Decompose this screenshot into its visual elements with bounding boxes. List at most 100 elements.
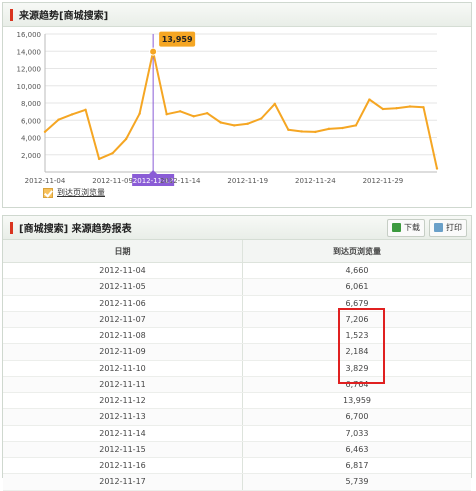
data-point [219,121,222,124]
table-row: 2012-11-11 6,764 [3,376,471,394]
column-header-date: 日期 [3,240,243,263]
cell-date: 2012-11-16 [3,457,243,475]
table-row: 2012-11-16 6,817 [3,457,471,475]
data-point [206,112,209,115]
cell-date: 2012-11-11 [3,376,243,394]
y-tick-label: 10,000 [17,83,42,91]
cell-date: 2012-11-13 [3,408,243,426]
x-tick-label: 2012-11-24 [295,177,336,185]
y-tick-label: 2,000 [21,152,41,160]
cell-pageviews: 6,463 [242,441,471,459]
data-point [260,117,263,120]
series-line [44,50,438,169]
data-point [273,102,276,106]
cell-date: 2012-11-04 [3,262,243,280]
data-point [138,112,141,115]
data-point [395,106,398,110]
y-tick-label: 6,000 [21,117,41,125]
data-point [314,130,317,134]
cell-date: 2012-11-09 [3,343,243,361]
table-row: 2012-11-09 2,184 [3,343,471,361]
cell-pageviews: 5,739 [242,473,471,491]
cell-pageviews: 2,184 [242,343,471,361]
trend-panel-header: 来源趋势[商城搜索] [3,3,471,27]
cell-pageviews: 13,959 [242,392,471,410]
report-toolbar: 下载 打印 [387,218,471,237]
cell-date: 2012-11-14 [3,425,243,442]
y-tick-label: 8,000 [21,100,41,108]
tooltip-label: 13,959 [162,35,193,44]
trend-chart: 2,000 4,000 6,000 8,000 10,000 12,000 14,000 16… [17,31,439,186]
table-header-row: 日期 到达页浏览量 [3,240,471,263]
header-marker-icon [10,221,13,234]
data-point [57,118,60,121]
report-panel-title: [商城搜索] 来源趋势报表 [19,224,132,235]
cell-pageviews: 4,660 [242,262,471,280]
table-row: 2012-11-12 13,959 [3,392,471,410]
data-point [246,122,249,125]
cell-date: 2012-11-17 [3,473,243,491]
column-header-pageviews: 到达页浏览量 [242,240,471,263]
legend-series-label[interactable]: 到达页浏览量 [57,187,105,198]
cell-pageviews: 6,764 [242,376,471,394]
x-tick-label: 2012-11-29 [363,177,404,185]
data-point [422,106,425,109]
table-row: 2012-11-07 7,206 [3,311,471,329]
excel-icon [392,223,401,232]
table-row: 2012-11-15 6,463 [3,441,471,459]
download-label: 下载 [404,223,420,232]
y-tick-label: 4,000 [21,135,41,143]
cell-date: 2012-11-12 [3,392,243,410]
cell-pageviews: 7,033 [242,425,471,442]
table-row: 2012-11-13 6,700 [3,408,471,426]
data-point [408,105,412,108]
y-tick-label: 16,000 [17,31,42,39]
x-tick-label: 2012-11-19 [227,177,268,185]
trend-panel: 来源趋势[商城搜索] 2,000 4,000 6,000 8,000 10,000 12,… [2,2,472,208]
data-point [327,127,331,131]
cell-date: 2012-11-08 [3,327,243,345]
data-point [97,157,101,161]
trend-panel-title: 来源趋势[商城搜索] [19,11,109,22]
report-panel-header: [商城搜索] 来源趋势报表 下载 打印 [3,216,471,240]
print-button[interactable]: 打印 [429,218,467,237]
cell-date: 2012-11-15 [3,441,243,459]
cell-pageviews: 6,061 [242,278,471,296]
table-row: 2012-11-06 6,679 [3,295,471,312]
data-point [381,107,385,111]
cell-pageviews: 6,679 [242,295,471,312]
data-point [111,151,114,155]
data-point [43,130,47,134]
data-point [84,108,87,112]
data-point [124,137,128,141]
data-point [368,98,371,101]
table-row: 2012-11-05 6,061 [3,278,471,296]
x-tick-label: 2012-11-14 [160,177,201,185]
print-label: 打印 [446,223,462,232]
report-panel: [商城搜索] 来源趋势报表 下载 打印 日期 到达页浏览量 2012-11-04… [2,215,472,491]
data-point [354,124,358,127]
cell-date: 2012-11-10 [3,360,243,377]
x-tick-label: 2012-11-04 [25,177,66,185]
table-row: 2012-11-14 7,033 [3,425,471,442]
data-point [192,115,195,118]
cell-date: 2012-11-06 [3,295,243,312]
x-tick-label: 2012-11-09 [92,177,133,185]
download-button[interactable]: 下载 [387,218,425,237]
cell-pageviews: 7,206 [242,311,471,329]
cell-pageviews: 1,523 [242,327,471,345]
table-row: 2012-11-10 3,829 [3,360,471,377]
data-point [70,113,74,116]
printer-icon [434,223,443,232]
legend-checkbox-icon[interactable] [43,187,53,198]
cell-date: 2012-11-07 [3,311,243,329]
chart-legend[interactable]: 到达页浏览量 [43,187,105,198]
y-tick-label: 12,000 [17,66,42,74]
data-point [300,130,304,133]
table-row: 2012-11-17 5,739 [3,473,471,491]
cell-pageviews: 6,700 [242,408,471,426]
data-point [341,126,344,130]
table-row: 2012-11-08 1,523 [3,327,471,345]
data-point [165,113,168,116]
cell-date: 2012-11-05 [3,278,243,296]
